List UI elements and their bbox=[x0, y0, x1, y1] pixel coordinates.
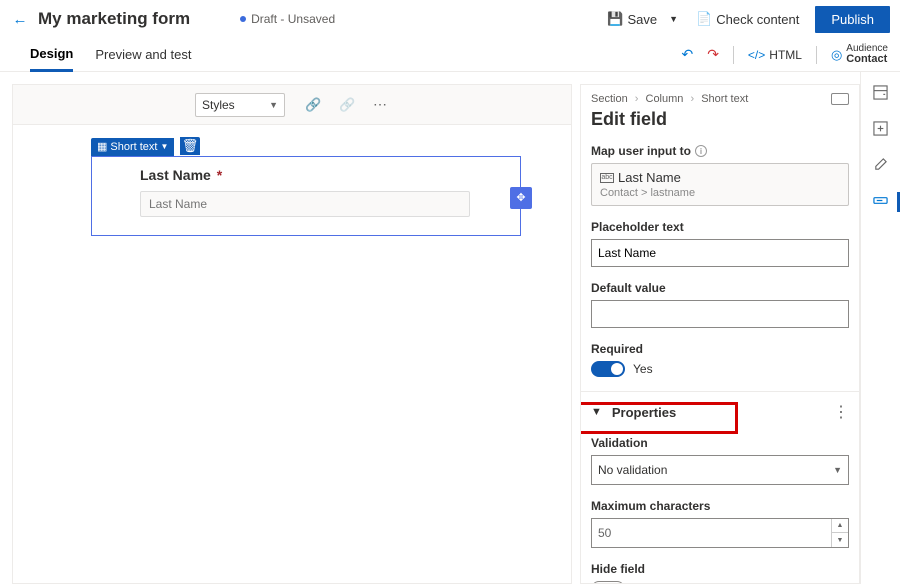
maxchar-label: Maximum characters bbox=[591, 499, 849, 513]
page-title: My marketing form bbox=[38, 9, 190, 29]
map-label: Map user input to i bbox=[591, 144, 849, 158]
html-button[interactable]: </> HTML bbox=[748, 48, 802, 62]
status-badge: Draft - Unsaved bbox=[240, 12, 335, 26]
settings-icon[interactable] bbox=[873, 156, 889, 172]
required-asterisk: * bbox=[217, 167, 222, 183]
save-button[interactable]: 💾 Save bbox=[601, 11, 663, 27]
selection-tag-label: Short text bbox=[110, 141, 157, 153]
crumb-shorttext[interactable]: Short text bbox=[701, 93, 748, 105]
divider bbox=[816, 46, 817, 64]
field-props-icon[interactable] bbox=[873, 192, 889, 208]
pane-heading: Edit field bbox=[591, 109, 849, 130]
drag-handle-icon[interactable]: ✥ bbox=[510, 187, 532, 209]
hide-label: Hide field bbox=[591, 562, 849, 576]
map-value: Last Name bbox=[618, 170, 681, 185]
validation-select[interactable]: No validation ▼ bbox=[591, 455, 849, 485]
code-icon: </> bbox=[748, 48, 765, 62]
trash-icon: 🗑 bbox=[182, 138, 199, 154]
field-text-input[interactable] bbox=[140, 191, 470, 217]
properties-pane: Section › Column › Short text Edit field… bbox=[580, 84, 860, 584]
divider bbox=[733, 46, 734, 64]
document-icon: 📄 bbox=[696, 11, 712, 27]
maxchar-stepper[interactable]: ▲ ▼ bbox=[591, 518, 849, 548]
check-label: Check content bbox=[716, 12, 799, 27]
chevron-down-icon: ▼ bbox=[591, 406, 602, 418]
styles-label: Styles bbox=[202, 98, 235, 112]
chevron-right-icon: › bbox=[635, 93, 639, 105]
add-element-icon[interactable] bbox=[873, 120, 889, 136]
selection-tag[interactable]: ▦ Short text ▼ bbox=[91, 138, 174, 156]
responsive-icon[interactable] bbox=[831, 93, 849, 105]
chevron-down-icon: ▼ bbox=[160, 142, 168, 151]
status-text: Draft - Unsaved bbox=[251, 12, 335, 26]
properties-header[interactable]: ▼ Properties ⋮ bbox=[581, 391, 859, 426]
chevron-down-icon: ▼ bbox=[269, 100, 278, 110]
default-value-input[interactable] bbox=[591, 300, 849, 328]
chevron-down-icon: ▼ bbox=[833, 465, 842, 475]
step-down-icon[interactable]: ▼ bbox=[832, 533, 848, 547]
selected-field[interactable]: Last Name * ✥ bbox=[91, 156, 521, 236]
placeholder-input[interactable] bbox=[591, 239, 849, 267]
tab-design[interactable]: Design bbox=[30, 38, 73, 72]
field-label-text: Last Name bbox=[140, 167, 211, 183]
save-label: Save bbox=[628, 12, 658, 27]
step-up-icon[interactable]: ▲ bbox=[832, 519, 848, 533]
save-icon: 💾 bbox=[607, 11, 623, 27]
map-path: Contact > lastname bbox=[600, 187, 840, 199]
undo-icon[interactable]: ↶ bbox=[681, 46, 693, 63]
map-field-button[interactable]: abc Last Name Contact > lastname bbox=[591, 163, 849, 206]
html-label: HTML bbox=[769, 48, 802, 62]
tool-rail bbox=[860, 72, 900, 584]
maxchar-input[interactable] bbox=[592, 526, 831, 540]
required-toggle[interactable] bbox=[591, 361, 625, 377]
field-icon: abc bbox=[600, 173, 614, 183]
more-icon[interactable]: ⋯ bbox=[373, 96, 387, 113]
save-menu-chevron-icon[interactable]: ▼ bbox=[663, 14, 684, 24]
required-value: Yes bbox=[633, 362, 653, 376]
validation-label: Validation bbox=[591, 436, 849, 450]
publish-button[interactable]: Publish bbox=[815, 6, 890, 33]
styles-dropdown[interactable]: Styles ▼ bbox=[195, 93, 285, 117]
default-label: Default value bbox=[591, 281, 849, 295]
link-icon[interactable]: 🔗 bbox=[305, 97, 319, 113]
input-icon: ▦ bbox=[97, 140, 107, 153]
more-icon[interactable]: ⋮ bbox=[833, 402, 849, 422]
redo-icon[interactable]: ↷ bbox=[707, 46, 719, 63]
check-content-button[interactable]: 📄 Check content bbox=[690, 11, 805, 27]
properties-label: Properties bbox=[612, 405, 676, 420]
validation-value: No validation bbox=[598, 463, 667, 477]
info-icon[interactable]: i bbox=[695, 145, 707, 157]
field-label: Last Name * bbox=[140, 167, 510, 183]
back-icon[interactable]: ← bbox=[10, 11, 30, 28]
breadcrumb[interactable]: Section › Column › Short text bbox=[591, 93, 748, 105]
crumb-section[interactable]: Section bbox=[591, 93, 628, 105]
crumb-column[interactable]: Column bbox=[646, 93, 684, 105]
chevron-right-icon: › bbox=[690, 93, 694, 105]
audience-value: Contact bbox=[846, 54, 887, 65]
unlink-icon: 🔗 bbox=[339, 97, 353, 113]
elements-icon[interactable] bbox=[873, 84, 889, 100]
status-dot-icon bbox=[240, 16, 246, 22]
map-label-text: Map user input to bbox=[591, 144, 691, 158]
target-icon: ◎ bbox=[831, 48, 842, 61]
tab-preview[interactable]: Preview and test bbox=[95, 39, 191, 70]
placeholder-label: Placeholder text bbox=[591, 220, 849, 234]
design-canvas[interactable]: Styles ▼ 🔗 🔗 ⋯ ▦ Short text ▼ 🗑 bbox=[12, 84, 572, 584]
delete-field-button[interactable]: 🗑 bbox=[180, 137, 200, 155]
required-label: Required bbox=[591, 342, 849, 356]
audience-button[interactable]: ◎ Audience Contact bbox=[831, 44, 888, 65]
